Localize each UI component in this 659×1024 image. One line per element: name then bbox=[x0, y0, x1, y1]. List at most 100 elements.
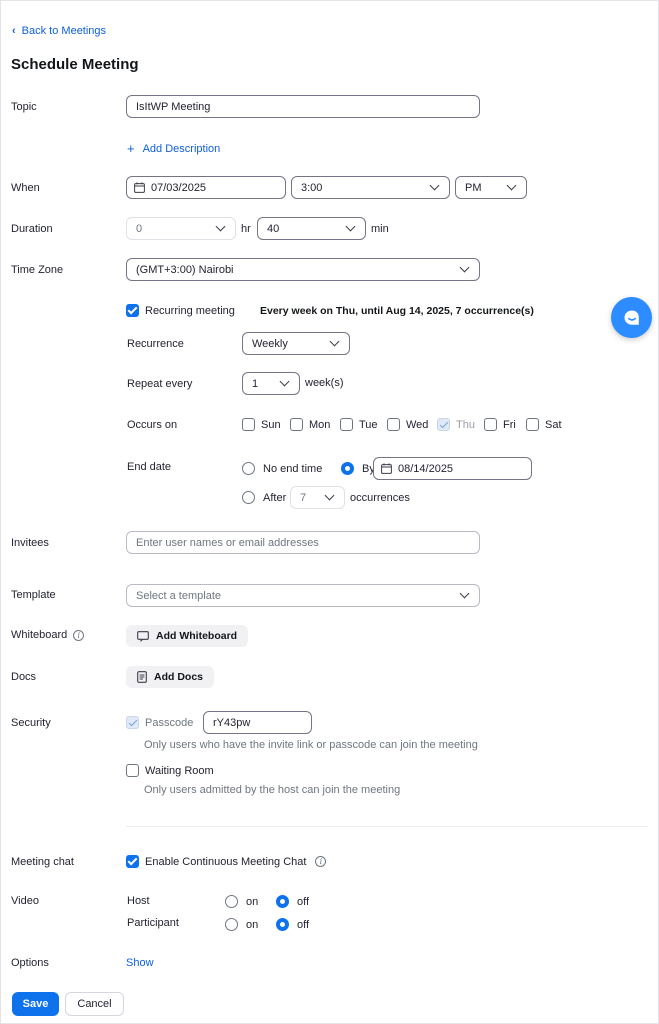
chevron-down-icon bbox=[324, 490, 335, 501]
add-docs-button[interactable]: Add Docs bbox=[126, 666, 215, 688]
repeat-unit: week(s) bbox=[305, 377, 344, 389]
template-select[interactable]: Select a template bbox=[126, 584, 480, 607]
day-wed[interactable]: Wed bbox=[387, 418, 428, 431]
participant-on-radio[interactable] bbox=[225, 918, 238, 931]
time-select[interactable]: 3:00 bbox=[291, 176, 450, 199]
day-checkbox[interactable] bbox=[340, 418, 353, 431]
day-label: Wed bbox=[406, 418, 429, 431]
day-checkbox[interactable] bbox=[387, 418, 400, 431]
chevron-left-icon: ‹ bbox=[12, 25, 16, 37]
passcode-option[interactable]: Passcode bbox=[126, 716, 193, 729]
waiting-room-hint: Only users admitted by the host can join… bbox=[144, 784, 401, 796]
passcode-checkbox[interactable] bbox=[126, 716, 139, 729]
day-sun[interactable]: Sun bbox=[242, 418, 281, 431]
minutes-value: 40 bbox=[267, 222, 280, 235]
day-checkbox[interactable] bbox=[526, 418, 539, 431]
chevron-down-icon bbox=[279, 376, 290, 387]
end-date-picker[interactable]: 08/14/2025 bbox=[373, 457, 532, 480]
day-checkbox[interactable] bbox=[484, 418, 497, 431]
waiting-room-checkbox[interactable] bbox=[126, 764, 139, 777]
chat-support-button[interactable] bbox=[611, 297, 652, 338]
hours-value: 0 bbox=[136, 222, 143, 235]
occurs-on-label: Occurs on bbox=[127, 419, 178, 431]
participant-video-off-option[interactable]: off bbox=[276, 918, 309, 931]
passcode-hint: Only users who have the invite link or p… bbox=[144, 739, 478, 751]
date-picker[interactable]: 07/03/2025 bbox=[126, 176, 286, 199]
waiting-room-label: Waiting Room bbox=[145, 764, 214, 777]
end-date-label: End date bbox=[127, 461, 172, 473]
day-label: Sat bbox=[545, 418, 562, 431]
page-title: Schedule Meeting bbox=[11, 56, 139, 73]
back-to-meetings-link[interactable]: ‹ Back to Meetings bbox=[12, 25, 106, 37]
repeat-every-label: Repeat every bbox=[127, 378, 193, 390]
passcode-value: rY43pw bbox=[213, 716, 251, 729]
add-docs-label: Add Docs bbox=[154, 671, 204, 683]
ampm-select[interactable]: PM bbox=[455, 176, 527, 199]
show-options-link[interactable]: Show bbox=[126, 957, 154, 969]
end-after-radio[interactable] bbox=[242, 491, 255, 504]
duration-minutes-select[interactable]: 40 bbox=[257, 217, 366, 240]
host-off-radio[interactable] bbox=[276, 895, 289, 908]
host-on-radio[interactable] bbox=[225, 895, 238, 908]
day-thu[interactable]: Thu bbox=[437, 418, 475, 431]
occurrences-label: occurrences bbox=[350, 492, 410, 504]
chevron-down-icon bbox=[345, 221, 356, 232]
no-end-time-radio[interactable] bbox=[242, 462, 255, 475]
after-label: After bbox=[263, 491, 287, 504]
time-zone-value: (GMT+3:00) Nairobi bbox=[136, 263, 234, 276]
cancel-button[interactable]: Cancel bbox=[65, 992, 124, 1016]
add-description-link[interactable]: + Add Description bbox=[127, 141, 220, 156]
occurrences-select[interactable]: 7 bbox=[290, 486, 345, 509]
continuous-chat-checkbox[interactable] bbox=[126, 855, 139, 868]
passcode-input[interactable]: rY43pw bbox=[203, 711, 312, 734]
time-value: 3:00 bbox=[301, 181, 323, 194]
repeat-value: 1 bbox=[252, 377, 259, 390]
save-button[interactable]: Save bbox=[12, 992, 59, 1016]
chevron-down-icon bbox=[459, 588, 470, 599]
section-divider bbox=[126, 826, 648, 827]
end-after-option[interactable]: After bbox=[242, 491, 286, 504]
add-whiteboard-button[interactable]: Add Whiteboard bbox=[126, 625, 249, 647]
recurring-meeting-option[interactable]: Recurring meeting bbox=[126, 304, 235, 317]
day-sat[interactable]: Sat bbox=[526, 418, 562, 431]
day-label: Thu bbox=[456, 418, 475, 431]
plus-icon: + bbox=[127, 141, 135, 156]
recurring-checkbox[interactable] bbox=[126, 304, 139, 317]
day-checkbox[interactable] bbox=[437, 418, 450, 431]
participant-off-radio[interactable] bbox=[276, 918, 289, 931]
host-video-on-option[interactable]: on bbox=[225, 895, 258, 908]
day-fri[interactable]: Fri bbox=[484, 418, 516, 431]
docs-label: Docs bbox=[11, 671, 37, 683]
on-label: on bbox=[246, 895, 259, 908]
chat-bubble-icon bbox=[624, 310, 639, 325]
recurrence-value: Weekly bbox=[252, 337, 288, 350]
waiting-room-option[interactable]: Waiting Room bbox=[126, 764, 214, 777]
day-mon[interactable]: Mon bbox=[290, 418, 330, 431]
invitees-input[interactable]: Enter user names or email addresses bbox=[126, 531, 480, 554]
whiteboard-label-row: Whiteboard i bbox=[11, 629, 85, 641]
day-checkbox[interactable] bbox=[242, 418, 255, 431]
no-end-time-label: No end time bbox=[263, 462, 323, 475]
time-zone-select[interactable]: (GMT+3:00) Nairobi bbox=[126, 258, 480, 281]
host-video-off-option[interactable]: off bbox=[276, 895, 309, 908]
document-icon bbox=[137, 671, 147, 683]
participant-label: Participant bbox=[127, 917, 179, 929]
calendar-icon bbox=[381, 463, 392, 474]
end-by-radio[interactable] bbox=[341, 462, 354, 475]
whiteboard-label: Whiteboard bbox=[11, 629, 68, 641]
recurrence-select[interactable]: Weekly bbox=[242, 332, 350, 355]
recurring-label: Recurring meeting bbox=[145, 304, 235, 317]
duration-hours-select[interactable]: 0 bbox=[126, 217, 236, 240]
continuous-chat-option[interactable]: Enable Continuous Meeting Chat i bbox=[126, 855, 327, 868]
day-label: Mon bbox=[309, 418, 331, 431]
topic-input[interactable]: IsItWP Meeting bbox=[126, 95, 480, 118]
day-tue[interactable]: Tue bbox=[340, 418, 378, 431]
end-by-option[interactable]: By bbox=[341, 462, 375, 475]
day-checkbox[interactable] bbox=[290, 418, 303, 431]
repeat-every-select[interactable]: 1 bbox=[242, 372, 300, 395]
info-icon[interactable]: i bbox=[315, 856, 327, 867]
participant-video-on-option[interactable]: on bbox=[225, 918, 258, 931]
no-end-time-option[interactable]: No end time bbox=[242, 462, 322, 475]
info-icon[interactable]: i bbox=[73, 629, 85, 641]
invitees-placeholder: Enter user names or email addresses bbox=[136, 536, 319, 549]
